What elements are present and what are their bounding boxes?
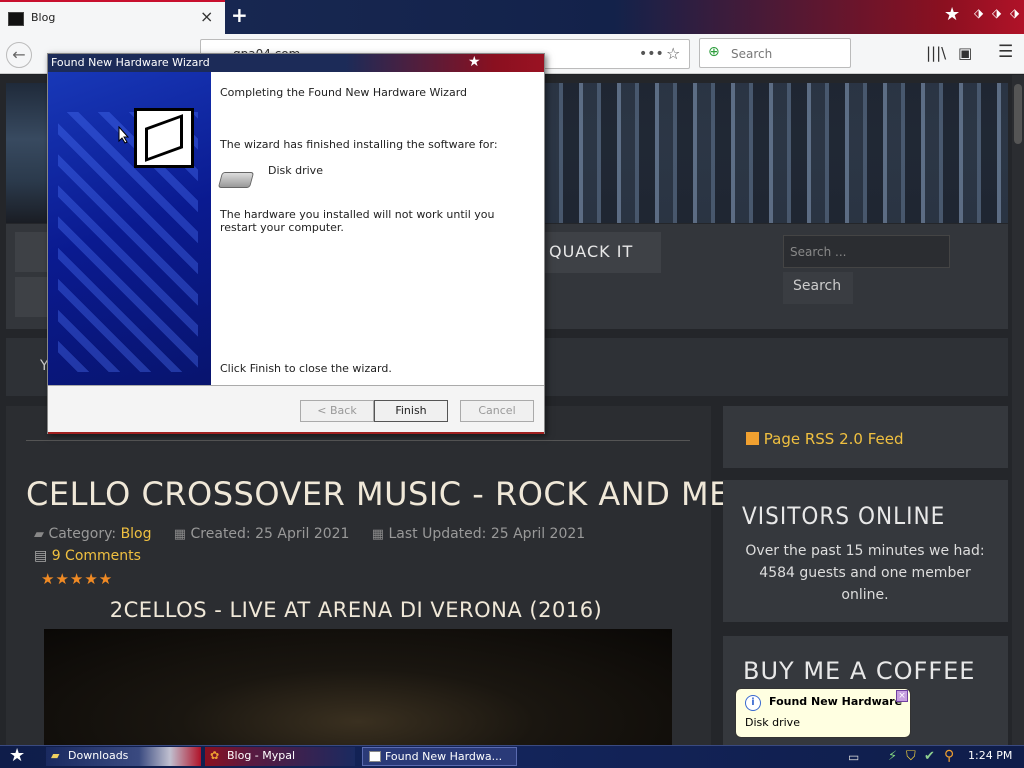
- start-button[interactable]: ★: [0, 745, 38, 768]
- found-new-hardware-wizard: Found New Hardware Wizard ★ Completing t…: [47, 53, 545, 434]
- visitors-text: Over the past 15 minutes we had: 4584 gu…: [745, 543, 985, 603]
- hardware-icon: [134, 108, 194, 168]
- star-logo-icon: ★: [944, 4, 961, 25]
- wizard-side-banner: [48, 72, 211, 385]
- browser-search-input[interactable]: ⊕ Search: [699, 38, 851, 68]
- info-icon: i: [745, 695, 761, 711]
- minimize-icon[interactable]: ⬗: [974, 6, 983, 20]
- task3-label: Found New Hardwa...: [385, 750, 503, 763]
- notification-body: Disk drive: [745, 716, 800, 729]
- wizard-heading: Completing the Found New Hardware Wizard: [220, 86, 468, 99]
- rss-feed-link[interactable]: Page RSS 2.0 Feed: [746, 430, 904, 448]
- article-meta: ▰ Category: Blog ▦ Created: 25 April 202…: [34, 526, 585, 542]
- mypal-browser-icon: ✿: [210, 749, 220, 762]
- library-icon[interactable]: |||\: [926, 44, 946, 62]
- star-logo-icon: ★: [468, 54, 481, 70]
- tab-close-icon[interactable]: ×: [200, 7, 213, 26]
- notification-close-icon[interactable]: ×: [896, 690, 908, 702]
- taskbar-item-hardware-wizard[interactable]: Found New Hardwa...: [362, 747, 517, 766]
- site-favicon-icon: [8, 12, 24, 26]
- search-tray-icon[interactable]: ⚲: [944, 748, 954, 764]
- keyboard-icon[interactable]: ▭: [848, 750, 859, 764]
- new-tab-button[interactable]: +: [231, 3, 248, 27]
- search-engine-icon: ⊕: [708, 44, 720, 60]
- browser-search-placeholder: Search: [731, 47, 773, 61]
- window-icon: [369, 751, 381, 762]
- comments-count: 9 Comments: [51, 548, 141, 564]
- comment-icon: ▤: [34, 548, 48, 564]
- hardware-tray-icon[interactable]: ⚡: [888, 749, 897, 764]
- maximize-icon[interactable]: ⬗: [992, 6, 1001, 20]
- tab-title: Blog: [31, 11, 56, 24]
- page-actions-icon[interactable]: •••: [639, 46, 664, 62]
- mouse-cursor-icon: [118, 126, 130, 144]
- content-divider: [26, 440, 690, 441]
- article-subtitle: 2CELLOS - LIVE AT ARENA DI VERONA (2016): [109, 598, 603, 622]
- security-shield-icon[interactable]: ⛉: [906, 749, 916, 764]
- site-search-placeholder: Search ...: [790, 245, 847, 259]
- wizard-titlebar[interactable]: Found New Hardware Wizard ★: [48, 54, 544, 72]
- wizard-footer-text: Click Finish to close the wizard.: [220, 362, 392, 375]
- comments-link[interactable]: ▤ 9 Comments: [34, 548, 141, 564]
- site-search-button[interactable]: Search: [783, 272, 853, 304]
- hardware-notification-balloon[interactable]: i Found New Hardware Disk drive ×: [735, 688, 911, 738]
- rating-stars[interactable]: ★★★★★: [41, 570, 113, 588]
- video-thumbnail[interactable]: [44, 629, 672, 745]
- calendar-updated-icon: ▦: [371, 527, 385, 542]
- wizard-restart-text: The hardware you installed will not work…: [220, 208, 495, 234]
- category-label: Category:: [48, 526, 117, 542]
- network-icon[interactable]: ✔: [924, 749, 935, 764]
- disk-drive-icon: [217, 172, 255, 188]
- taskbar-item-downloads[interactable]: ▰ Downloads: [46, 747, 201, 766]
- back-button[interactable]: < Back: [300, 400, 374, 422]
- menu-hamburger-icon[interactable]: ☰: [998, 42, 1013, 62]
- created-date: Created: 25 April 2021: [190, 526, 350, 542]
- wizard-device-name: Disk drive: [268, 164, 323, 177]
- menu-item-quack-it[interactable]: QUACK IT: [545, 232, 661, 273]
- wizard-title: Found New Hardware Wizard: [51, 56, 210, 69]
- notification-title: Found New Hardware: [769, 695, 903, 708]
- sidebar-icon[interactable]: ▣: [958, 44, 972, 62]
- taskbar-clock[interactable]: 1:24 PM: [968, 749, 1012, 762]
- article-title[interactable]: CELLO CROSSOVER MUSIC - ROCK AND METAL: [26, 475, 788, 513]
- scrollbar-thumb[interactable]: [1014, 84, 1022, 144]
- back-arrow-icon[interactable]: ←: [6, 42, 32, 68]
- banner-city-image: [545, 83, 1008, 223]
- rss-icon: [746, 432, 759, 445]
- cancel-button[interactable]: Cancel: [460, 400, 534, 422]
- task2-label: Blog - Mypal: [227, 749, 296, 762]
- window-controls: ★ ⬗ ⬗ ⬗: [940, 2, 1024, 28]
- close-window-icon[interactable]: ⬗: [1010, 6, 1019, 20]
- taskbar-item-blog-mypal[interactable]: ✿ Blog - Mypal: [205, 747, 355, 766]
- finish-button[interactable]: Finish: [374, 400, 448, 422]
- folder-icon: ▰: [51, 749, 60, 762]
- wizard-finished-text: The wizard has finished installing the s…: [220, 138, 498, 151]
- updated-date: Last Updated: 25 April 2021: [388, 526, 586, 542]
- rss-label: Page RSS 2.0 Feed: [763, 430, 904, 448]
- page-scrollbar[interactable]: [1012, 75, 1024, 745]
- browser-tab-blog[interactable]: Blog ×: [0, 0, 225, 34]
- coffee-title: BUY ME A COFFEE: [743, 657, 976, 685]
- site-search-input[interactable]: Search ...: [783, 235, 950, 268]
- task1-label: Downloads: [68, 749, 129, 762]
- bookmark-star-icon[interactable]: ☆: [666, 44, 680, 63]
- folder-icon: ▰: [34, 527, 44, 542]
- calendar-icon: ▦: [173, 527, 187, 542]
- category-link[interactable]: Blog: [121, 526, 152, 542]
- visitors-title: VISITORS ONLINE: [742, 502, 946, 530]
